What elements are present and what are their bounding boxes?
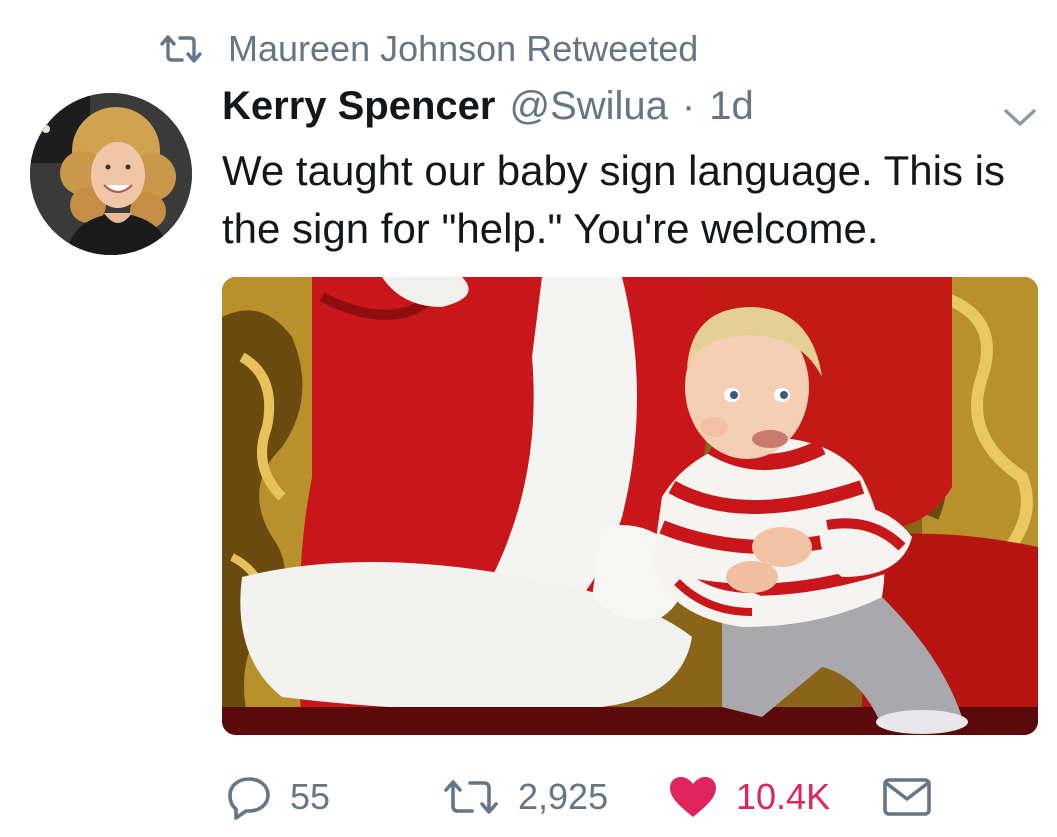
tweet-header: Kerry Spencer @Swilua · 1d — [222, 84, 754, 140]
reply-icon — [226, 774, 272, 820]
retweet-context-text: Maureen Johnson Retweeted — [228, 28, 699, 69]
direct-message-button[interactable] — [882, 770, 932, 824]
more-options-button[interactable] — [1000, 100, 1040, 140]
retweet-count: 2,925 — [518, 776, 609, 817]
timestamp[interactable]: 1d — [709, 84, 754, 129]
retweet-context[interactable]: Maureen Johnson Retweeted — [158, 26, 698, 72]
reply-count: 55 — [290, 776, 331, 817]
envelope-icon — [882, 777, 932, 817]
reply-button[interactable]: 55 — [226, 770, 330, 824]
like-count: 10.4K — [736, 776, 831, 817]
retweet-icon — [442, 778, 500, 816]
chevron-down-icon — [1003, 108, 1037, 133]
author-name[interactable]: Kerry Spencer — [222, 84, 495, 129]
like-button[interactable]: 10.4K — [668, 770, 830, 824]
retweet-icon — [158, 34, 204, 64]
tweet-photo[interactable] — [222, 277, 1038, 735]
tweet-actions: 55 2,925 10.4K — [222, 770, 942, 824]
separator-dot: · — [681, 84, 696, 128]
avatar[interactable] — [30, 93, 192, 255]
retweet-button[interactable]: 2,925 — [442, 770, 608, 824]
author-handle[interactable]: @Swilua — [509, 84, 667, 129]
tweet-text: We taught our baby sign language. This i… — [222, 147, 1005, 252]
heart-icon — [668, 775, 718, 819]
